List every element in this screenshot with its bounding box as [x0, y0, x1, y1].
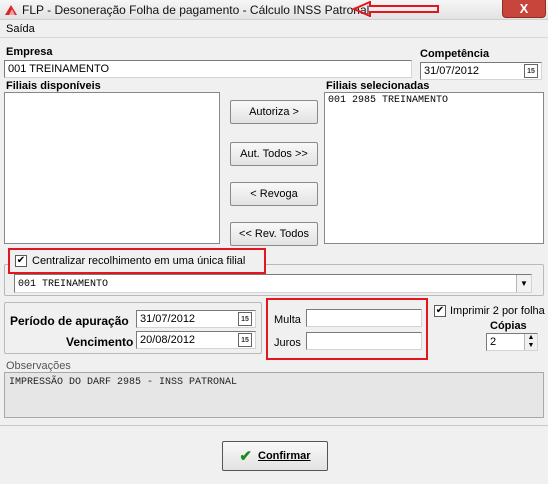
chevron-down-icon[interactable]: ▼: [516, 275, 531, 292]
window-title: FLP - Desoneração Folha de pagamento - C…: [22, 3, 370, 17]
vencimento-value: 20/08/2012: [140, 334, 196, 346]
confirm-check-icon: ✔: [239, 448, 252, 465]
vencimento-label: Vencimento: [66, 335, 134, 349]
footer-divider: [0, 425, 548, 426]
multa-label: Multa: [274, 314, 301, 326]
menu-item-saida[interactable]: Saída: [6, 23, 35, 35]
vencimento-calendar-icon[interactable]: 15: [238, 333, 252, 347]
autoriza-button[interactable]: Autoriza >: [230, 100, 318, 124]
periodo-label: Período de apuração: [10, 314, 129, 328]
confirmar-label: Confirmar: [258, 450, 311, 462]
empresa-label: Empresa: [6, 46, 53, 58]
rev-todos-button[interactable]: << Rev. Todos: [230, 222, 318, 246]
imprimir-label: Imprimir 2 por folha: [450, 305, 545, 317]
periodo-value: 31/07/2012: [140, 313, 196, 325]
filiais-selecionadas-label: Filiais selecionadas: [326, 80, 430, 92]
competencia-label: Competência: [420, 48, 490, 60]
juros-label: Juros: [274, 337, 301, 349]
centralizar-highlight: ✔ Centralizar recolhimento em uma única …: [8, 248, 266, 274]
juros-field[interactable]: [306, 332, 422, 350]
filial-select-value: 001 TREINAMENTO: [18, 279, 109, 290]
chevron-down-icon[interactable]: ▼: [528, 342, 535, 350]
periodo-calendar-icon[interactable]: 15: [238, 312, 252, 326]
copias-label: Cópias: [490, 320, 527, 332]
observacoes-label: Observações: [6, 360, 71, 372]
app-icon: [5, 5, 17, 15]
menu-bar: Saída: [0, 20, 548, 38]
list-item[interactable]: 001 2985 TREINAMENTO: [325, 93, 543, 108]
centralizar-label: Centralizar recolhimento em uma única fi…: [32, 255, 246, 267]
filiais-disponiveis-list[interactable]: [4, 92, 220, 244]
copias-value: 2: [490, 336, 497, 348]
multa-field[interactable]: [306, 309, 422, 327]
competencia-calendar-icon[interactable]: 15: [524, 64, 538, 78]
empresa-field[interactable]: 001 TREINAMENTO: [4, 60, 412, 78]
imprimir-checkbox[interactable]: ✔: [434, 305, 446, 317]
close-icon: X: [519, 1, 529, 16]
competencia-value: 31/07/2012: [424, 65, 480, 77]
revoga-button[interactable]: < Revoga: [230, 182, 318, 206]
close-button[interactable]: X: [502, 0, 546, 18]
observacoes-value: IMPRESSÃO DO DARF 2985 - INSS PATRONAL: [9, 377, 238, 388]
centralizar-checkbox[interactable]: ✔: [15, 255, 27, 267]
annotation-arrow-icon: [352, 1, 439, 17]
filiais-selecionadas-list[interactable]: 001 2985 TREINAMENTO: [324, 92, 544, 244]
chevron-up-icon[interactable]: ▲: [528, 334, 535, 342]
copias-spin[interactable]: ▲ ▼: [524, 334, 537, 350]
check-icon: ✔: [16, 255, 26, 266]
filiais-disponiveis-label: Filiais disponíveis: [6, 80, 101, 92]
multa-juros-highlight: [266, 298, 428, 360]
aut-todos-button[interactable]: Aut. Todos >>: [230, 142, 318, 166]
filial-select[interactable]: 001 TREINAMENTO: [14, 274, 532, 293]
observacoes-field[interactable]: IMPRESSÃO DO DARF 2985 - INSS PATRONAL: [4, 372, 544, 418]
confirmar-button[interactable]: ✔ Confirmar: [222, 441, 328, 471]
title-bar: FLP - Desoneração Folha de pagamento - C…: [0, 0, 548, 20]
check-icon: ✔: [435, 305, 445, 316]
